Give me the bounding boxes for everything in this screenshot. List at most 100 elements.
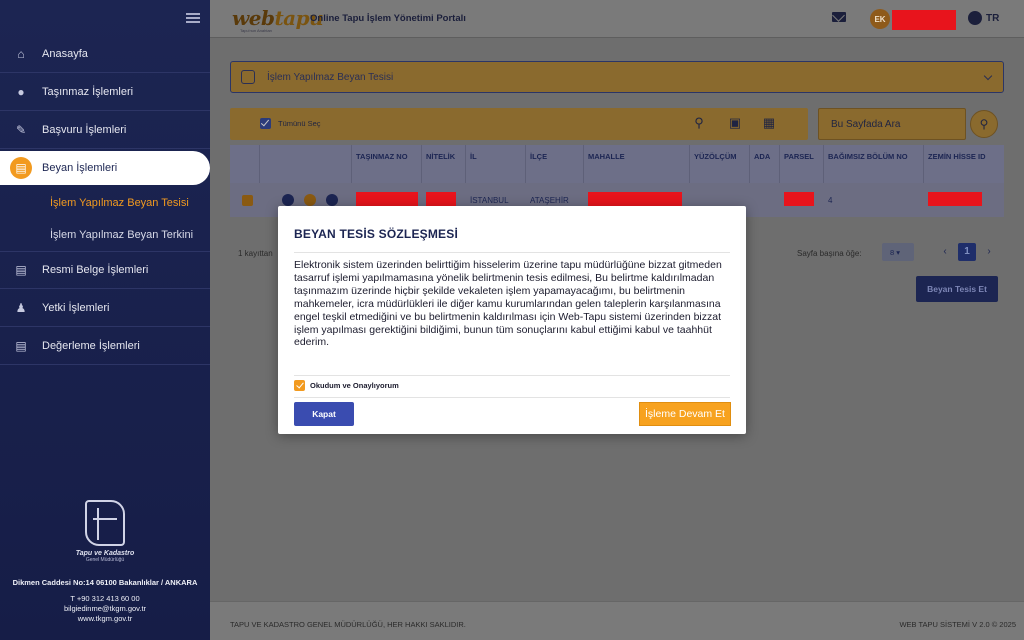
language-selector[interactable]: TR (986, 13, 999, 24)
beyan-tesis-button[interactable]: Beyan Tesis Et (916, 276, 998, 302)
divider (294, 375, 730, 376)
mail-icon[interactable] (832, 12, 846, 22)
sidebar-item-label: Değerleme İşlemleri (42, 339, 140, 352)
col-yuzolcum: YÜZÖLÇÜM (690, 145, 750, 183)
section-header[interactable]: İşlem Yapılmaz Beyan Tesisi (230, 61, 1004, 93)
sidebar-nav: ⌂ Anasayfa ● Taşınmaz İşlemleri ✎ Başvur… (0, 35, 210, 365)
map-icon[interactable] (326, 194, 338, 206)
col-ada: ADA (750, 145, 780, 183)
chevron-down-icon[interactable] (983, 71, 993, 81)
tkgm-logo-mark (85, 500, 125, 546)
search-button[interactable]: ⚲ (970, 110, 998, 138)
phone: T +90 312 413 60 00 (70, 594, 140, 603)
brand-tagline: Tapu'nun Anahtarı (240, 28, 273, 33)
close-button[interactable]: Kapat (294, 402, 354, 426)
row-check-cell (230, 194, 260, 206)
user-icon: ♟ (15, 300, 27, 315)
record-count: 1 kayıttan (238, 249, 273, 258)
location-icon[interactable] (304, 194, 316, 206)
search-icon[interactable]: ⚲ (692, 116, 706, 130)
prev-page-button[interactable]: ‹ (936, 243, 954, 261)
sidebar-item-basvuru[interactable]: ✎ Başvuru İşlemleri (0, 111, 210, 149)
page-search-input[interactable]: Bu Sayfada Ara (818, 108, 966, 140)
smile-icon (241, 70, 255, 84)
contact-info: Dikmen Caddesi No:14 06100 Bakanlıklar /… (0, 578, 210, 624)
sidebar-item-beyan[interactable]: ▤ Beyan İşlemleri (0, 151, 210, 185)
footer-copyright: TAPU VE KADASTRO GENEL MÜDÜRLÜĞÜ, HER HA… (230, 620, 466, 629)
doc-icon: ▤ (15, 338, 27, 353)
modal-title: BEYAN TESİS SÖZLEŞMESİ (294, 227, 458, 241)
redacted-nitelik (426, 192, 456, 206)
sidebar-item-yetki[interactable]: ♟ Yetki İşlemleri (0, 289, 210, 327)
avatar[interactable]: EK (870, 9, 890, 29)
sidebar-item-degerleme[interactable]: ▤ Değerleme İşlemleri (0, 327, 210, 365)
redacted-mahalle (588, 192, 682, 206)
globe-icon[interactable] (968, 11, 982, 25)
sidebar-item-label: Anasayfa (42, 47, 88, 60)
website-link[interactable]: www.tkgm.gov.tr (0, 614, 210, 624)
menu-icon[interactable] (186, 13, 200, 23)
next-page-button[interactable]: › (980, 243, 998, 261)
per-page-select[interactable]: 8 ▾ (882, 243, 914, 261)
table-toolbar: Tümünü Seç ⚲ ▣ ▦ (230, 108, 808, 140)
select-all-checkbox[interactable] (260, 118, 271, 129)
col-actions (260, 145, 352, 183)
cell-ilce: ATAŞEHİR (530, 195, 569, 205)
document-icon: ▤ (10, 157, 32, 179)
footer-version: WEB TAPU SİSTEMİ V 2.0 © 2025 (899, 620, 1016, 629)
agree-row[interactable]: Okudum ve Onaylıyorum (294, 380, 399, 391)
email-link[interactable]: bilgiedinme@tkgm.gov.tr (0, 604, 210, 614)
select-all-label[interactable]: Tümünü Seç (278, 119, 321, 128)
cell-bagimsiz-bolum: 4 (828, 195, 833, 205)
page-number-current[interactable]: 1 (958, 243, 976, 261)
location-icon: ● (17, 84, 25, 99)
sidebar-item-resmi-belge[interactable]: ▤ Resmi Belge İşlemleri (0, 251, 210, 289)
sidebar-item-label: Taşınmaz İşlemleri (42, 85, 134, 98)
redacted-tasinmaz-no (356, 192, 418, 206)
sidebar-subitem-beyan-tesisi[interactable]: İşlem Yapılmaz Beyan Tesisi (0, 187, 210, 219)
address: Dikmen Caddesi No:14 06100 Bakanlıklar /… (12, 578, 198, 587)
user-name-redacted[interactable] (892, 10, 956, 30)
top-header: webtapu Tapu'nun Anahtarı Online Tapu İş… (210, 0, 1024, 38)
table-header: TAŞINMAZ NO NİTELİK İL İLÇE MAHALLE YÜZÖ… (230, 145, 1004, 183)
col-tasinmaz-no: TAŞINMAZ NO (352, 145, 422, 183)
divider (294, 397, 730, 398)
continue-button[interactable]: İşleme Devam Et (639, 402, 731, 426)
cell-il: İSTANBUL (470, 195, 509, 205)
col-zemin-hisse: ZEMİN HİSSE ID (928, 152, 986, 161)
section-title: İşlem Yapılmaz Beyan Tesisi (267, 71, 394, 83)
sidebar-item-label: Beyan İşlemleri (42, 162, 118, 174)
row-actions (260, 194, 352, 206)
sidebar: ⌂ Anasayfa ● Taşınmaz İşlemleri ✎ Başvur… (0, 0, 210, 640)
sidebar-item-label: Resmi Belge İşlemleri (42, 264, 149, 276)
row-checkbox[interactable] (242, 194, 253, 206)
redacted-parsel (784, 192, 814, 206)
per-page-value: 8 (890, 248, 895, 257)
col-parsel: PARSEL (780, 145, 824, 183)
pen-icon: ✎ (15, 122, 27, 137)
portal-title: Online Tapu İşlem Yönetimi Portalı (310, 13, 466, 24)
redacted-zemin-hisse (928, 192, 982, 206)
tkgm-logo: Tapu ve Kadastro Genel Müdürlüğü (0, 500, 210, 563)
print-icon[interactable]: ▣ (728, 116, 742, 130)
logo-subtext: Genel Müdürlüğü (85, 557, 125, 563)
col-check (230, 145, 260, 183)
col-mahalle: MAHALLE (584, 145, 690, 183)
agree-label[interactable]: Okudum ve Onaylıyorum (310, 381, 399, 390)
grid-icon[interactable]: ▦ (762, 116, 776, 130)
sidebar-item-label: Başvuru İşlemleri (42, 123, 127, 136)
divider (294, 252, 730, 253)
sidebar-item-anasayfa[interactable]: ⌂ Anasayfa (0, 35, 210, 73)
sidebar-item-label: Yetki İşlemleri (42, 301, 110, 314)
per-page-label: Sayfa başına öğe: (797, 249, 862, 258)
col-bagimsiz-bolum: BAĞIMSIZ BÖLÜM NO (824, 145, 924, 183)
sidebar-subitem-beyan-terkini[interactable]: İşlem Yapılmaz Beyan Terkini (0, 219, 210, 251)
brand-web: web (232, 6, 275, 30)
agree-checkbox[interactable] (294, 380, 305, 391)
logo-text: Tapu ve Kadastro (75, 550, 135, 557)
cell-zemin-hisse (924, 192, 1004, 208)
doc-icon: ▤ (15, 263, 27, 277)
modal-body-text: Elektronik sistem üzerinden belirttiğim … (294, 259, 722, 349)
info-icon[interactable] (282, 194, 294, 206)
sidebar-item-tasinmaz[interactable]: ● Taşınmaz İşlemleri (0, 73, 210, 111)
